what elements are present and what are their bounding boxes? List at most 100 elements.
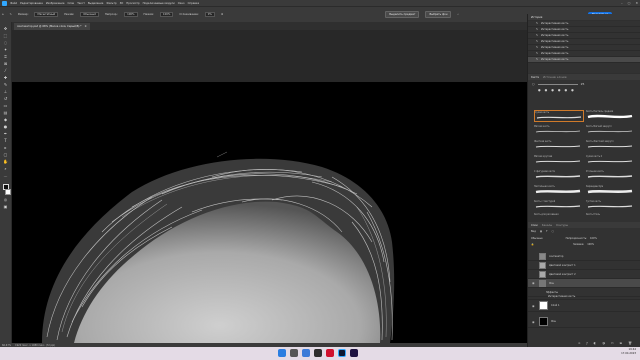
layer-row-active[interactable]: ◉ Фон [528,279,640,288]
brush-preset[interactable]: Кисть Мягкий закругл [586,125,636,137]
app-icon[interactable] [326,349,334,357]
visibility-eye-icon[interactable]: ◉ [532,281,536,285]
menu-image[interactable]: Изображение [46,2,65,5]
tab-layers[interactable]: Слои [531,224,538,227]
brush-preset[interactable]: Мягкая круглая [534,155,584,167]
filter-icon[interactable]: ▦ [540,230,542,233]
close-button[interactable]: ✕ [635,1,638,5]
tab-brushes[interactable]: Кисти [531,76,539,79]
photoshop-taskbar-icon[interactable] [338,349,346,357]
layer-row[interactable]: ◉ Фон [528,316,640,328]
menu-3d[interactable]: 3D [120,2,124,5]
start-icon[interactable] [278,349,286,357]
brush-tool-icon[interactable]: ✎ [3,82,9,87]
maximize-button[interactable]: ▢ [628,1,631,5]
brush-size-slider[interactable] [537,83,578,85]
visibility-eye-icon[interactable]: ◉ [532,320,536,324]
menu-window[interactable]: Окно [178,2,185,5]
menu-layers[interactable]: Слои [67,2,74,5]
menu-text[interactable]: Текст [77,2,85,5]
brush-preset[interactable]: Карандаш Kyle [586,185,636,197]
zoom-tool-icon[interactable]: ⌕ [3,166,9,171]
screen-mode-icon[interactable]: ▣ [3,204,9,209]
history-panel-title[interactable]: История [531,16,542,19]
search-icon[interactable]: ⌕ [457,13,458,16]
shape-tool-icon[interactable]: ▢ [3,152,9,157]
brush-preset[interactable]: Густая кисть [586,200,636,212]
fill-field[interactable]: 100% [587,243,594,246]
brush-preset[interactable]: Кисть Пастель средняя [586,110,636,122]
layers-filter-select[interactable]: Вид [531,230,536,233]
layer-row[interactable]: Цветовой контраст 1 [528,261,640,270]
menu-file[interactable]: Файл [10,2,17,5]
brush-tool-icon[interactable]: ✎ [10,13,12,16]
link-icon[interactable]: ∞ [578,341,581,345]
search-icon[interactable] [290,349,298,357]
brush-preset-icon[interactable]: ● [551,88,554,92]
select-mask-button[interactable]: Выбрать фон [425,11,452,18]
menu-filter[interactable]: Фильтр [106,2,116,5]
document-tab[interactable]: синтезатор.psd @ 66% (Маска слоя, Серый/… [14,23,90,30]
menu-edit[interactable]: Редактирование [20,2,43,5]
brush-preset[interactable]: Пастельная кисть [534,185,584,197]
gear-icon[interactable]: ⚙ [221,13,223,16]
layer-row[interactable]: ◉ Слой 1 [528,300,640,312]
app-icon[interactable] [314,349,322,357]
layer-row[interactable]: Цветовой контраст 2 [528,270,640,279]
brush-preset-icon[interactable]: ● [558,88,561,92]
size-select[interactable]: Масштабный [34,12,59,17]
edge-icon[interactable] [302,349,310,357]
history-brush-tool-icon[interactable]: ↺ [3,96,9,101]
blend-mode-select[interactable]: Обычные [531,237,543,240]
more-tools-icon[interactable]: … [3,173,9,178]
pen-tool-icon[interactable]: ✒ [3,131,9,136]
stamp-tool-icon[interactable]: ⊥ [3,89,9,94]
path-select-tool-icon[interactable]: ▸ [3,145,9,150]
crop-tool-icon[interactable]: ⌗ [3,54,9,59]
select-subject-button[interactable]: Выделить предмет [385,11,420,18]
new-layer-icon[interactable]: ⊞ [620,341,623,345]
trash-icon[interactable]: 🗑 [628,341,632,345]
brush-preset[interactable]: С фигурами кисти [534,170,584,182]
lock-icon[interactable]: 🔒 [531,243,534,246]
quick-mask-icon[interactable]: ◎ [3,197,9,202]
opacity-field[interactable]: 100% [590,237,597,240]
brush-preset[interactable]: Кисть с текстурой [534,200,584,212]
menu-select[interactable]: Выделение [88,2,103,5]
system-tray-clock[interactable]: 19:44 17.04.2023 [621,348,636,356]
hand-tool-icon[interactable]: ✋ [3,159,9,164]
fx-icon[interactable]: ƒ [587,341,588,345]
quick-select-tool-icon[interactable]: ✦ [3,47,9,52]
move-tool-icon[interactable]: ✥ [3,26,9,31]
eyedropper-tool-icon[interactable]: ⁄ [3,68,9,73]
filter-icon[interactable]: T [546,230,547,233]
brush-size-value[interactable]: 25 [581,82,585,86]
brush-preset[interactable]: Сухая кисть 2 [586,155,636,167]
brush-preset-icon[interactable]: ● [565,88,568,92]
minimize-button[interactable]: – [621,1,623,5]
adjustment-icon[interactable]: ◑ [602,341,605,345]
brush-preset[interactable]: Кисть для рисования [534,213,584,222]
brush-preset[interactable]: Мягкая кисть [534,125,584,137]
brush-preset-icon[interactable]: ● [545,88,548,92]
document-canvas[interactable] [12,82,527,343]
brush-preset[interactable]: Кисть Уголь [586,213,636,222]
dodge-tool-icon[interactable]: ● [3,124,9,129]
tab-paths[interactable]: Контуры [556,224,568,227]
healing-tool-icon[interactable]: ✚ [3,75,9,80]
visibility-eye-icon[interactable]: ◉ [532,304,536,308]
mode-select[interactable]: Обычный [80,12,99,17]
menu-view[interactable]: Просмотр [126,2,139,5]
layer-row[interactable]: синтезатор [528,252,640,261]
flow-field[interactable]: 100% [159,12,174,17]
background-color-swatch[interactable] [4,189,11,195]
menu-plugins[interactable]: Подключаемые модули [143,2,175,5]
history-item-active[interactable]: ✎ Интерактивная кисть [528,57,640,63]
brush-preset-icon[interactable]: ● [538,88,541,92]
premiere-taskbar-icon[interactable] [350,349,358,357]
close-tab-icon[interactable]: ✕ [85,25,87,28]
brush-preset-selected[interactable]: Сухая кисть [534,110,584,122]
folder-icon[interactable]: ▭ [611,341,614,345]
tab-clone-source[interactable]: Источник клонов [543,76,566,79]
opacity-field[interactable]: 100% [124,12,138,17]
